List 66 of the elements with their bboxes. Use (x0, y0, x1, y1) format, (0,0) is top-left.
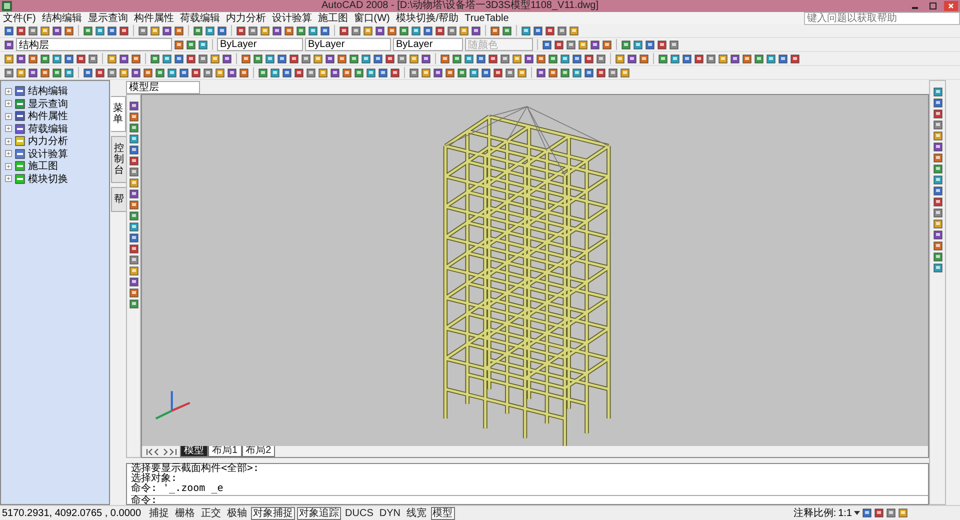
menu-item[interactable]: 构件属性 (130, 12, 177, 24)
tree-item[interactable]: 内力分析 (1, 135, 109, 148)
expand-icon[interactable] (5, 88, 12, 95)
menu-item[interactable]: 文件(F) (0, 12, 39, 24)
command-history-line: 选择要显示截面构件<全部>: (131, 464, 260, 474)
module-icon (15, 148, 25, 159)
menu-item[interactable]: 模块切换/帮助 (392, 12, 462, 24)
status-toggle-button[interactable]: 栅格 (173, 506, 198, 520)
status-toggle-button[interactable]: DUCS (343, 506, 376, 520)
status-toggle-button[interactable]: 对象捕捉 (251, 506, 296, 520)
module-icon (15, 174, 25, 184)
expand-icon[interactable] (5, 112, 12, 120)
status-toggle-button[interactable]: DYN (377, 506, 402, 520)
menu-item[interactable]: 施工图 (314, 12, 351, 24)
side-tab[interactable]: 控制台 (111, 136, 127, 183)
caret-icon[interactable] (854, 510, 860, 516)
status-toggle-button[interactable]: 极轴 (225, 506, 250, 520)
expand-icon[interactable] (5, 125, 12, 132)
module-icon (15, 111, 25, 122)
annotation-scale-dropdown[interactable]: 1:1 (838, 508, 852, 518)
expand-icon[interactable] (5, 138, 12, 145)
tree-item[interactable]: 构件属性 (1, 110, 109, 122)
color-dropdown[interactable]: ByLayer (217, 38, 303, 51)
tree-item[interactable]: 设计验算 (1, 148, 109, 160)
view-dropdown[interactable]: 模型层 (126, 80, 200, 94)
expand-icon[interactable] (5, 150, 12, 158)
status-toggle-button[interactable]: 捕捉 (147, 506, 172, 520)
menu-item[interactable]: 设计验算 (268, 12, 315, 24)
close-icon[interactable] (944, 1, 958, 11)
side-tab[interactable]: 帮 (111, 187, 127, 212)
status-toggle-button[interactable]: 线宽 (404, 506, 428, 520)
module-icon (15, 161, 25, 172)
app-icon (2, 1, 12, 11)
module-icon (15, 124, 25, 134)
command-history-line: 选择对象: (131, 474, 178, 484)
coordinates-readout: 5170.2931, 4092.0765 , 0.0000 (2, 508, 142, 518)
tree-item[interactable]: 模块切换 (1, 172, 109, 185)
expand-icon[interactable] (5, 162, 12, 170)
lineweight-dropdown[interactable]: ByLayer (393, 38, 463, 51)
layer-dropdown[interactable]: 结构层 (16, 38, 172, 51)
menu-item[interactable]: 结构编辑 (38, 12, 85, 24)
module-icon (15, 86, 25, 96)
ucs-axes-icon (154, 390, 191, 420)
tree-item[interactable]: 结构编辑 (1, 85, 109, 98)
window-title: AutoCAD 2008 - [D:\动物塔\设备塔一3D3S模型1108_V11.dwg] (320, 0, 600, 12)
tree-item[interactable]: 显示查询 (1, 98, 109, 110)
status-toggle-button[interactable]: 对象追踪 (297, 506, 342, 520)
expand-icon[interactable] (5, 175, 12, 182)
menu-item[interactable]: 内力分析 (222, 12, 269, 24)
side-tab[interactable]: 菜单 (111, 96, 126, 132)
tree-item[interactable]: 施工图 (1, 160, 109, 172)
menu-item[interactable]: 窗口(W) (350, 12, 393, 24)
help-search-field[interactable]: 键入问题以获取帮助 (804, 12, 960, 24)
menu-item[interactable]: 显示查询 (84, 12, 131, 24)
linetype-dropdown[interactable]: ByLayer (305, 38, 391, 51)
command-history-line: 命令: '_.zoom _e (131, 484, 224, 494)
menu-item[interactable]: TrueTable (462, 12, 512, 24)
status-toggle-button[interactable]: 模型 (430, 506, 454, 520)
expand-icon[interactable] (5, 100, 12, 108)
tree-item[interactable]: 荷载编辑 (1, 122, 109, 135)
tab-navigation-icon[interactable] (146, 448, 178, 456)
module-icon (15, 136, 25, 146)
menu-item[interactable]: 荷载编辑 (176, 12, 223, 24)
annotation-scale-label: 注释比例: (793, 506, 836, 520)
module-icon (15, 98, 25, 109)
status-toggle-button[interactable]: 正交 (199, 506, 224, 520)
